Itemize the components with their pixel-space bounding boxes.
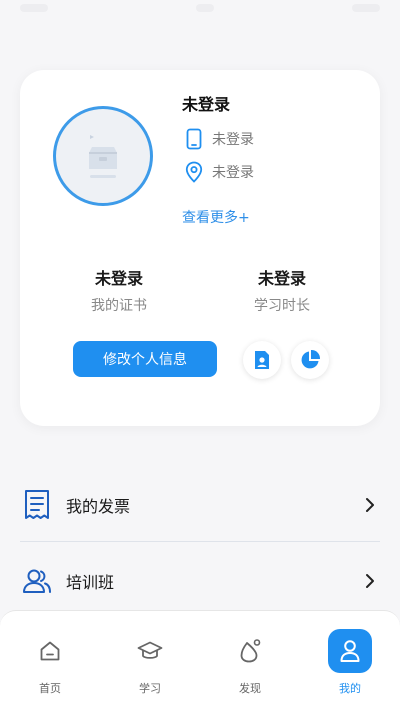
tab-label: 发现 xyxy=(239,682,261,695)
stat-certificates[interactable]: 未登录 我的证书 xyxy=(59,265,179,315)
tab-mine[interactable]: 我的 xyxy=(300,611,400,710)
invoice-icon xyxy=(20,488,54,522)
tab-home[interactable]: 首页 xyxy=(0,611,100,710)
tab-label: 首页 xyxy=(39,682,61,695)
user-name: 未登录 xyxy=(182,95,231,114)
placeholder-image-icon xyxy=(89,135,117,178)
menu-item-invoice[interactable]: 我的发票 xyxy=(20,482,380,528)
chevron-right-icon xyxy=(360,571,380,591)
graduation-cap-icon xyxy=(128,629,172,673)
id-card-icon xyxy=(255,351,269,369)
home-icon xyxy=(28,629,72,673)
id-card-button[interactable] xyxy=(243,341,281,379)
phone-text: 未登录 xyxy=(212,132,254,148)
stat-value: 未登录 xyxy=(257,269,306,288)
phone-row: 未登录 xyxy=(182,127,254,151)
avatar[interactable] xyxy=(53,106,153,206)
menu-item-label: 我的发票 xyxy=(66,497,131,516)
bottom-tab-bar: 首页 学习 发现 我的 xyxy=(0,610,400,710)
pie-chart-icon xyxy=(301,349,321,369)
location-text: 未登录 xyxy=(212,165,254,181)
stat-study-time[interactable]: 未登录 学习时长 xyxy=(222,265,342,315)
chevron-right-icon xyxy=(360,495,380,515)
tab-label: 我的 xyxy=(339,682,361,695)
location-pin-icon xyxy=(182,160,206,184)
status-bar xyxy=(0,0,400,18)
tab-label: 学习 xyxy=(139,682,161,695)
see-more-link[interactable]: 查看更多+ xyxy=(182,207,250,227)
profile-card: 未登录 未登录 未登录 查看更多+ 未登录 我的证书 未登录 学习时长 修改个人… xyxy=(20,70,380,426)
location-row: 未登录 xyxy=(182,160,254,184)
stat-label: 我的证书 xyxy=(91,298,147,314)
tab-study[interactable]: 学习 xyxy=(100,611,200,710)
user-icon xyxy=(328,629,372,673)
statistics-button[interactable] xyxy=(291,341,329,379)
discover-icon xyxy=(228,629,272,673)
tab-discover[interactable]: 发现 xyxy=(200,611,300,710)
group-users-icon xyxy=(20,564,54,598)
menu-item-label: 培训班 xyxy=(66,573,115,592)
menu-item-training-class[interactable]: 培训班 xyxy=(20,558,380,604)
stat-label: 学习时长 xyxy=(254,298,310,314)
menu-divider xyxy=(20,541,380,542)
edit-profile-button[interactable]: 修改个人信息 xyxy=(73,341,217,377)
phone-icon xyxy=(182,127,206,151)
stat-value: 未登录 xyxy=(94,269,143,288)
